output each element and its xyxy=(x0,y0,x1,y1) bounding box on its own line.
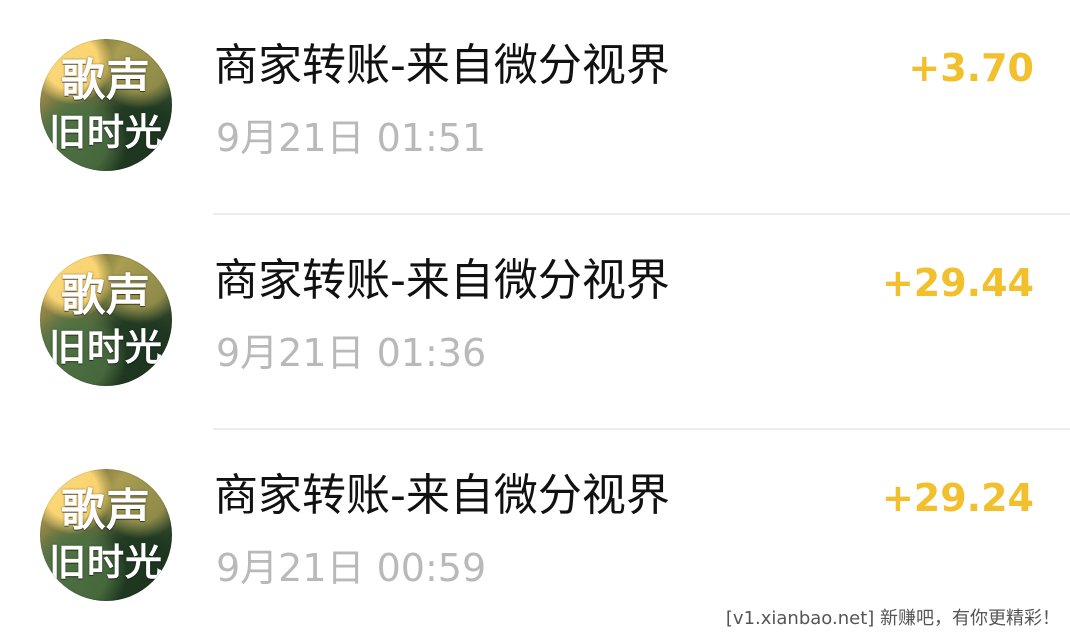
transaction-amount: +3.70 xyxy=(908,46,1034,90)
avatar-line-2: 旧时光 xyxy=(49,325,163,369)
transaction-amount: +29.44 xyxy=(881,261,1034,305)
avatar-line-2: 旧时光 xyxy=(49,540,163,584)
transaction-list: 歌声 旧时光 商家转账-来自微分视界 9月21日 01:51 +3.70 歌声 … xyxy=(0,0,1070,637)
transaction-row[interactable]: 歌声 旧时光 商家转账-来自微分视界 9月21日 01:36 +29.44 xyxy=(0,215,1070,430)
avatar: 歌声 旧时光 xyxy=(40,39,172,171)
transaction-time: 9月21日 00:59 xyxy=(216,546,487,590)
avatar-line-1: 歌声 xyxy=(61,270,151,321)
transaction-title: 商家转账-来自微分视界 xyxy=(214,255,670,306)
avatar-line-1: 歌声 xyxy=(61,485,151,536)
transaction-row[interactable]: 歌声 旧时光 商家转账-来自微分视界 9月21日 00:59 +29.24 xyxy=(0,430,1070,637)
transaction-amount: +29.24 xyxy=(881,476,1034,520)
avatar: 歌声 旧时光 xyxy=(40,469,172,601)
transaction-time: 9月21日 01:36 xyxy=(216,331,487,375)
transaction-time: 9月21日 01:51 xyxy=(216,116,487,160)
avatar-line-2: 旧时光 xyxy=(49,110,163,154)
avatar-line-1: 歌声 xyxy=(61,55,151,106)
transaction-row[interactable]: 歌声 旧时光 商家转账-来自微分视界 9月21日 01:51 +3.70 xyxy=(0,0,1070,215)
transaction-title: 商家转账-来自微分视界 xyxy=(214,470,670,521)
transaction-title: 商家转账-来自微分视界 xyxy=(214,40,670,91)
site-watermark: [v1.xianbao.net] 新赚吧，有你更精彩！ xyxy=(725,608,1060,630)
avatar: 歌声 旧时光 xyxy=(40,254,172,386)
